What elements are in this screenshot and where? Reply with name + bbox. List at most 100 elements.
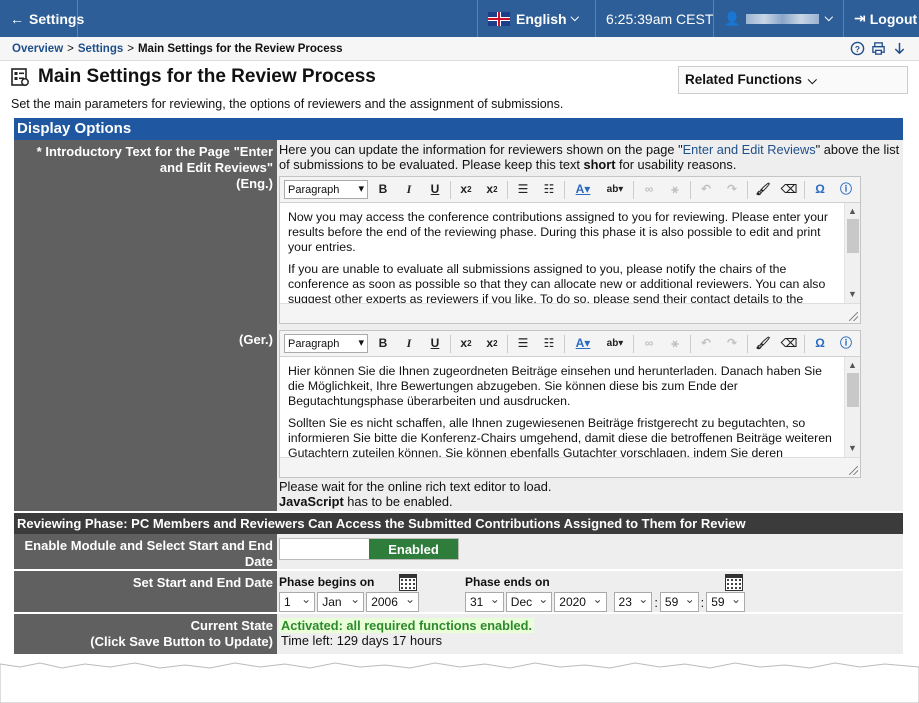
special-char-icon[interactable]: Ω: [809, 334, 831, 354]
undo-icon[interactable]: ↶: [695, 180, 717, 200]
scroll-thumb[interactable]: [847, 219, 859, 253]
end-day-select[interactable]: 31: [465, 592, 504, 612]
enable-module-value: Enabled: [277, 534, 903, 569]
help-icon[interactable]: ?: [850, 41, 865, 56]
end-year-select[interactable]: 2020: [554, 592, 607, 612]
begin-year-select[interactable]: 2006: [366, 592, 419, 612]
language-label: English: [516, 10, 567, 27]
eraser-icon[interactable]: ⌫: [778, 334, 800, 354]
breadcrumb-settings[interactable]: Settings: [78, 43, 123, 55]
link-icon[interactable]: ∞: [638, 180, 660, 200]
current-state-title: Current State: [190, 618, 273, 633]
bold-icon[interactable]: B: [372, 334, 394, 354]
link-icon[interactable]: ∞: [638, 334, 660, 354]
enable-module-label: Enable Module and Select Start and End D…: [14, 534, 277, 569]
unlink-icon[interactable]: ⚹: [664, 334, 686, 354]
editor-toolbar: Paragraph B I U x2 x2 ☰ ☷ A▾ ab▾ ∞ ⚹: [280, 331, 860, 357]
begin-month-select[interactable]: Jan: [317, 592, 365, 612]
arrow-down-icon[interactable]: [892, 41, 907, 56]
editor-content[interactable]: Hier können Sie die Ihnen zugeordneten B…: [280, 357, 860, 457]
breadcrumb-overview[interactable]: Overview: [12, 43, 63, 55]
superscript-icon[interactable]: x2: [481, 180, 503, 200]
begin-date-selects: 1 Jan 2006: [279, 592, 419, 612]
clean-format-icon[interactable]: 🖌: [752, 334, 774, 354]
editor-resize-bar[interactable]: [280, 303, 860, 323]
end-date-header: Phase ends on: [465, 573, 745, 592]
editor-paragraph: Sollten Sie es nicht schaffen, alle Ihne…: [288, 416, 832, 457]
editor-content[interactable]: Now you may access the conference contri…: [280, 203, 860, 303]
toggle-enabled[interactable]: Enabled: [369, 539, 458, 559]
clean-format-icon[interactable]: 🖌: [752, 180, 774, 200]
subscript-icon[interactable]: x2: [455, 180, 477, 200]
calendar-icon[interactable]: [725, 574, 743, 591]
underline-icon[interactable]: U: [424, 180, 446, 200]
special-char-icon[interactable]: Ω: [809, 180, 831, 200]
toggle-off-side[interactable]: [280, 539, 369, 559]
current-state-value: Activated: all required functions enable…: [277, 614, 903, 654]
undo-icon[interactable]: ↶: [695, 334, 717, 354]
bold-icon[interactable]: B: [372, 180, 394, 200]
enable-toggle[interactable]: Enabled: [279, 538, 459, 560]
numbered-list-icon[interactable]: ☷: [538, 334, 560, 354]
intro-text-row: * Introductory Text for the Page "Enter …: [14, 140, 903, 513]
editor-paragraph: If you are unable to evaluate all submis…: [288, 262, 826, 303]
print-icon[interactable]: [871, 41, 886, 56]
date-pickers: Phase begins on 1 Jan 2006 Phase ends on: [279, 573, 903, 612]
user-menu[interactable]: 👤 ⌵: [714, 0, 844, 37]
editor-scrollbar[interactable]: ▲ ▼: [844, 203, 860, 303]
breadcrumb-separator: >: [127, 42, 134, 55]
highlight-icon[interactable]: ab▾: [601, 334, 629, 354]
scroll-up-icon[interactable]: ▲: [848, 358, 857, 373]
redo-icon[interactable]: ↷: [721, 334, 743, 354]
redo-icon[interactable]: ↷: [721, 180, 743, 200]
back-to-settings-button[interactable]: ← Settings: [0, 0, 84, 37]
uk-flag-icon: [488, 11, 510, 26]
end-second-select[interactable]: 59: [706, 592, 746, 612]
begin-day-select[interactable]: 1: [279, 592, 316, 612]
numbered-list-icon[interactable]: ☷: [538, 180, 560, 200]
intro-help-part: for usability reasons.: [615, 157, 737, 172]
editor-resize-bar[interactable]: [280, 457, 860, 477]
scroll-up-icon[interactable]: ▲: [848, 204, 857, 219]
format-select[interactable]: Paragraph: [284, 334, 368, 353]
related-functions-dropdown[interactable]: Related Functions ⌵: [678, 66, 908, 94]
superscript-icon[interactable]: x2: [481, 334, 503, 354]
end-month-select[interactable]: Dec: [505, 592, 553, 612]
scroll-down-icon[interactable]: ▼: [848, 287, 857, 302]
time-left-text: Time left: 129 days 17 hours: [281, 633, 442, 648]
bullet-list-icon[interactable]: ☰: [512, 334, 534, 354]
unlink-icon[interactable]: ⚹: [664, 180, 686, 200]
language-selector[interactable]: English ⌵: [478, 0, 596, 37]
current-state-label: Current State (Click Save Button to Upda…: [14, 614, 277, 654]
scroll-thumb[interactable]: [847, 373, 859, 407]
text-color-icon[interactable]: A▾: [569, 334, 597, 354]
help-icon[interactable]: ⓘ: [835, 180, 857, 200]
italic-icon[interactable]: I: [398, 180, 420, 200]
help-icon[interactable]: ⓘ: [835, 334, 857, 354]
logout-button[interactable]: ⇥ Logout: [844, 0, 919, 37]
end-minute-select[interactable]: 59: [659, 592, 699, 612]
editor-scrollbar[interactable]: ▲ ▼: [844, 357, 860, 457]
highlight-icon[interactable]: ab▾: [601, 180, 629, 200]
intro-help-bold: short: [583, 157, 616, 172]
calendar-icon[interactable]: [399, 574, 417, 591]
user-icon: 👤: [724, 10, 741, 26]
text-color-icon[interactable]: A▾: [569, 180, 597, 200]
toolbar-divider: [690, 180, 691, 199]
enter-edit-reviews-link[interactable]: Enter and Edit Reviews: [683, 142, 816, 157]
italic-icon[interactable]: I: [398, 334, 420, 354]
breadcrumb: Overview > Settings > Main Settings for …: [0, 37, 919, 61]
rich-text-editor-eng[interactable]: Paragraph B I U x2 x2 ☰ ☷ A▾ ab▾ ∞ ⚹: [279, 176, 861, 324]
rich-text-editor-ger[interactable]: Paragraph B I U x2 x2 ☰ ☷ A▾ ab▾ ∞ ⚹: [279, 330, 861, 478]
format-select[interactable]: Paragraph: [284, 180, 368, 199]
torn-edge: [0, 660, 919, 703]
end-hour-select[interactable]: 23: [613, 592, 653, 612]
scroll-down-icon[interactable]: ▼: [848, 441, 857, 456]
intro-text-label-title: * Introductory Text for the Page "Enter …: [36, 144, 273, 175]
eraser-icon[interactable]: ⌫: [778, 180, 800, 200]
underline-icon[interactable]: U: [424, 334, 446, 354]
subscript-icon[interactable]: x2: [455, 334, 477, 354]
bullet-list-icon[interactable]: ☰: [512, 180, 534, 200]
current-state-row: Current State (Click Save Button to Upda…: [14, 614, 903, 656]
related-functions-label: Related Functions: [685, 72, 803, 87]
